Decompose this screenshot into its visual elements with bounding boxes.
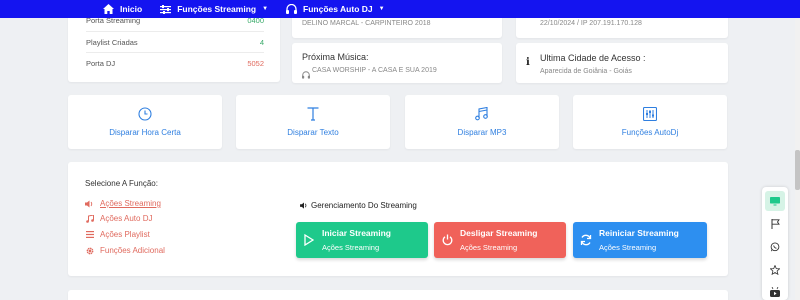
divider (86, 52, 264, 53)
menu-acoes-streaming[interactable]: Ações Streaming (85, 199, 161, 208)
city-title: Ultima Cidade de Acesso : (540, 53, 646, 63)
button-text: Iniciar Streaming Ações Streaming (322, 228, 391, 252)
monitor-icon (770, 196, 780, 205)
iniciar-streaming-button[interactable]: Iniciar Streaming Ações Streaming (296, 222, 428, 258)
action-label: Disparar MP3 (457, 128, 507, 137)
volume-icon (300, 202, 308, 209)
floating-share-bar (762, 187, 788, 300)
scrollbar[interactable] (795, 0, 800, 300)
reiniciar-streaming-button[interactable]: Reiniciar Streaming Ações Streaming (573, 222, 707, 258)
menu-acoes-playlist[interactable]: Ações Playlist (85, 230, 150, 239)
button-subtitle: Ações Streaming (322, 243, 380, 252)
sliders-icon (160, 4, 172, 14)
action-label: Funções AutoDj (621, 128, 679, 137)
nav-funcoes-streaming[interactable]: Funções Streaming ▼ (160, 4, 268, 14)
volume-icon (85, 200, 94, 208)
chevron-down-icon: ▼ (378, 6, 385, 12)
city-card: i Ultima Cidade de Acesso : Aparecida de… (516, 43, 728, 83)
stat-label: Porta DJ (86, 59, 116, 68)
chevron-down-icon: ▼ (262, 6, 269, 12)
equalizer-icon (643, 107, 657, 121)
next-song: CASA WORSHIP - A CASA E SUA 2019 (312, 67, 437, 74)
button-subtitle: Ações Streaming (599, 243, 657, 252)
youtube-icon (770, 287, 780, 297)
menu-funcoes-adicional[interactable]: Funções Adicional (85, 246, 165, 255)
disparar-hora-certa-card[interactable]: Disparar Hora Certa (68, 95, 222, 149)
youtube-button[interactable] (765, 282, 785, 300)
flag-button[interactable] (765, 214, 785, 234)
refresh-icon (573, 234, 599, 246)
last-access: 22/10/2024 / IP 207.191.170.128 (540, 20, 642, 27)
headphones-icon (286, 4, 298, 14)
desligar-streaming-button[interactable]: Desligar Streaming Ações Streaming (434, 222, 566, 258)
current-song: DELINO MARCAL - CARPINTEIRO 2018 (302, 20, 431, 27)
nav-inicio-label: Inicio (120, 4, 143, 14)
stat-value: 4 (259, 38, 264, 47)
stat-label: Playlist Criadas (86, 38, 138, 47)
top-navbar: Inicio Funções Streaming ▼ Funções Auto … (0, 0, 800, 18)
functions-title: Selecione A Função: (85, 179, 158, 188)
music-note-icon (475, 107, 488, 121)
funcoes-autodj-card[interactable]: Funções AutoDj (573, 95, 727, 149)
disparar-texto-card[interactable]: Disparar Texto (236, 95, 390, 149)
play-icon (296, 234, 322, 246)
button-text: Desligar Streaming Ações Streaming (460, 228, 537, 252)
home-icon (103, 4, 114, 14)
menu-label: Funções Adicional (100, 246, 165, 255)
stat-row-porta-dj: Porta DJ 5052 (86, 59, 264, 68)
menu-label: Ações Playlist (100, 230, 150, 239)
stat-value: 5052 (247, 59, 264, 68)
menu-acoes-autodj[interactable]: Ações Auto DJ (85, 214, 152, 223)
star-icon (770, 265, 780, 275)
divider (86, 31, 264, 32)
button-text: Reiniciar Streaming Ações Streaming (599, 228, 679, 252)
nav-inicio[interactable]: Inicio (103, 4, 142, 14)
clock-icon (138, 107, 152, 121)
whatsapp-icon (770, 242, 780, 252)
action-label: Disparar Texto (287, 128, 339, 137)
streaming-panel-label: Gerenciamento Do Streaming (311, 201, 417, 210)
text-icon (307, 107, 319, 121)
city-name: Aparecida de Goiânia - Goiás (540, 68, 632, 75)
star-button[interactable] (765, 260, 785, 280)
menu-label: Ações Streaming (100, 199, 161, 208)
next-song-title: Próxima Música: (302, 52, 369, 62)
headphones-icon (302, 66, 310, 84)
nav-funcoes-autodj-label: Funções Auto DJ (303, 4, 373, 14)
button-title: Iniciar Streaming (322, 228, 391, 238)
streaming-panel-title: Gerenciamento Do Streaming (300, 201, 417, 210)
next-song-card: Próxima Música: CASA WORSHIP - A CASA E … (292, 43, 502, 83)
button-title: Desligar Streaming (460, 228, 538, 238)
action-label: Disparar Hora Certa (109, 128, 181, 137)
monitor-button[interactable] (765, 191, 785, 211)
power-icon (434, 234, 460, 246)
flag-icon (771, 219, 780, 229)
whatsapp-button[interactable] (765, 237, 785, 257)
scrollbar-thumb[interactable] (795, 150, 800, 190)
menu-label: Ações Auto DJ (100, 214, 153, 223)
music-icon (85, 214, 94, 223)
disparar-mp3-card[interactable]: Disparar MP3 (405, 95, 559, 149)
stat-row-playlist-criadas: Playlist Criadas 4 (86, 38, 264, 47)
bottom-card (68, 290, 728, 300)
nav-funcoes-autodj[interactable]: Funções Auto DJ ▼ (286, 4, 385, 14)
button-subtitle: Ações Streaming (460, 243, 518, 252)
functions-panel (68, 162, 728, 276)
nav-funcoes-streaming-label: Funções Streaming (177, 4, 257, 14)
info-icon: i (526, 57, 530, 68)
button-title: Reiniciar Streaming (599, 228, 679, 238)
list-icon (85, 231, 94, 238)
gear-icon (85, 247, 94, 255)
